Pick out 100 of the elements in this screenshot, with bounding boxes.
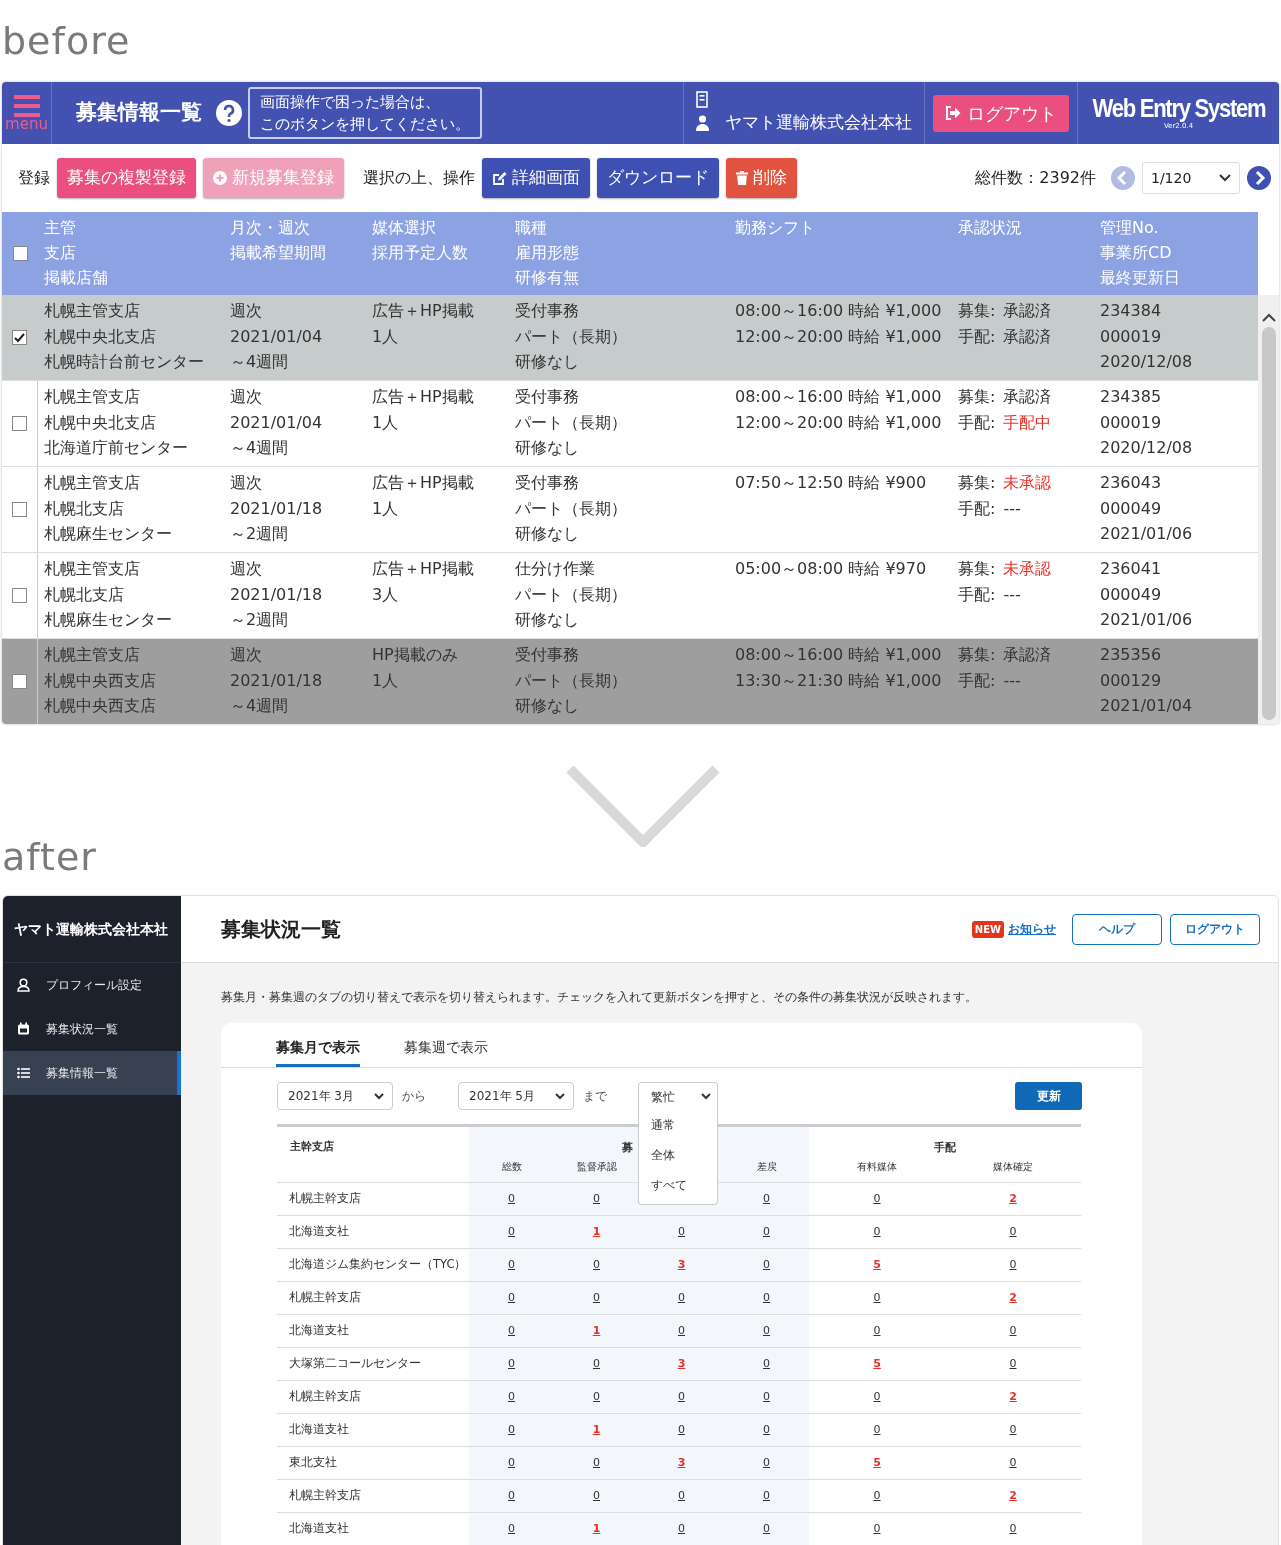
count-link[interactable]: 1 [592,1322,601,1340]
count-link[interactable]: 0 [873,1322,881,1340]
count-link[interactable]: 0 [508,1223,515,1241]
count-link[interactable]: 0 [508,1322,515,1340]
count-link[interactable]: 2 [1009,1487,1017,1505]
count-link[interactable]: 0 [678,1322,685,1340]
count-link[interactable]: 0 [763,1190,770,1208]
count-link[interactable]: 0 [1009,1520,1017,1538]
count-link[interactable]: 1 [592,1520,601,1538]
count-link[interactable]: 0 [763,1322,770,1340]
count-link[interactable]: 0 [678,1289,685,1307]
count-link[interactable]: 0 [678,1487,685,1505]
update-button[interactable]: 更新 [1015,1082,1082,1110]
delete-button[interactable]: 削除 [726,158,797,198]
month-select[interactable]: 2021年 5月 [458,1082,574,1110]
copy-register-button[interactable]: 募集の複製登録 [57,158,196,198]
scrollbar[interactable] [1258,295,1279,724]
count-link[interactable]: 3 [677,1454,686,1472]
count-link[interactable]: 0 [873,1223,881,1241]
page-select[interactable]: 1/120 [1142,162,1240,194]
previous-page-icon[interactable] [1111,166,1135,190]
count-link[interactable]: 3 [677,1355,686,1373]
download-button[interactable]: ダウンロード [597,158,719,198]
count-link[interactable]: 0 [508,1421,515,1439]
checked-checkbox[interactable] [12,330,27,345]
count-link[interactable]: 0 [508,1289,515,1307]
count-link[interactable]: 0 [873,1520,881,1538]
count-link[interactable]: 0 [1009,1322,1017,1340]
count-link[interactable]: 0 [873,1289,881,1307]
count-link[interactable]: 2 [1009,1289,1017,1307]
count-link[interactable]: 0 [763,1520,770,1538]
table-row[interactable]: 札幌主管支店 札幌中央北支店 北海道庁前センター 週次 2021/01/04 ～4週間 広告＋HP掲載 1人 受付事務 パート（長期） 研修なし 08:00～16:00 時給 ¥1,000 12:00～20:00 時給 ¥1,000 募集: 承認済 手配: 手配中 234385 000019 2020/12/08 [2,381,1258,467]
count-link[interactable]: 0 [1009,1421,1017,1439]
checkbox[interactable] [12,502,27,517]
table-row[interactable]: 札幌主管支店 札幌中央西支店 札幌中央西支店 週次 2021/01/18 ～4週間 HP掲載のみ 1人 受付事務 パート（長期） 研修なし 08:00～16:00 時給 ¥1,000 13:30～21:30 時給 ¥1,000 募集: 承認済 手配: --- 235356 000129 2021/01/04 [2,639,1258,724]
count-link[interactable]: 0 [873,1388,881,1406]
sidebar-item[interactable]: 募集状況一覧 [3,1007,181,1051]
count-link[interactable]: 0 [1009,1355,1017,1373]
count-link[interactable]: 0 [508,1520,515,1538]
count-link[interactable]: 0 [508,1256,515,1274]
count-link[interactable]: 0 [593,1487,600,1505]
sidebar-item[interactable]: 募集情報一覧 [3,1051,181,1095]
dropdown-option[interactable]: すべて [639,1170,717,1200]
count-link[interactable]: 0 [593,1289,600,1307]
count-link[interactable]: 0 [593,1256,600,1274]
count-link[interactable]: 0 [593,1190,600,1208]
count-link[interactable]: 0 [873,1190,881,1208]
logout-button[interactable]: ログアウト [933,94,1069,132]
count-link[interactable]: 5 [873,1355,881,1373]
table-row[interactable]: 札幌主管支店 札幌中央北支店 札幌時計台前センター 週次 2021/01/04 ～4週間 広告＋HP掲載 1人 受付事務 パート（長期） 研修なし 08:00～16:00 時給 ¥1,000 12:00～20:00 時給 ¥1,000 募集: 承認済 手配: 承認済 234384 000019 2020/12/08 [2,295,1258,381]
busy-select[interactable]: 繁忙 [638,1082,718,1110]
count-link[interactable]: 0 [1009,1454,1017,1472]
count-link[interactable]: 0 [678,1223,685,1241]
month-select[interactable]: 2021年 3月 [277,1082,393,1110]
table-row[interactable]: 札幌主管支店 札幌北支店 札幌麻生センター 週次 2021/01/18 ～2週間 広告＋HP掲載 1人 受付事務 パート（長期） 研修なし 07:50～12:50 時給 ¥900 募集: 未承認 手配: --- 236043 000049 2021/01/06 [2,467,1258,553]
count-link[interactable]: 0 [763,1355,770,1373]
count-link[interactable]: 0 [763,1454,770,1472]
count-link[interactable]: 0 [593,1388,600,1406]
count-link[interactable]: 0 [1009,1223,1017,1241]
scroll-up-icon[interactable] [1261,313,1276,323]
count-link[interactable]: 0 [678,1520,685,1538]
tab[interactable]: 募集週で表示 [404,1036,488,1067]
count-link[interactable]: 0 [763,1388,770,1406]
help-button[interactable]: ヘルプ [1072,913,1162,945]
dropdown-option[interactable]: 全体 [639,1140,717,1170]
count-link[interactable]: 0 [873,1421,881,1439]
count-link[interactable]: 5 [873,1256,881,1274]
count-link[interactable]: 0 [1009,1256,1017,1274]
count-link[interactable]: 0 [763,1487,770,1505]
checkbox[interactable] [12,246,28,261]
help-icon[interactable] [216,100,242,126]
detail-button[interactable]: 詳細画面 [482,158,590,198]
count-link[interactable]: 0 [873,1487,881,1505]
logout-button[interactable]: ログアウト [1170,913,1260,945]
count-link[interactable]: 1 [592,1223,601,1241]
notice-link[interactable]: お知らせ [1008,920,1056,938]
count-link[interactable]: 0 [508,1388,515,1406]
checkbox[interactable] [12,416,27,431]
count-link[interactable]: 2 [1009,1388,1017,1406]
count-link[interactable]: 2 [1009,1190,1017,1208]
count-link[interactable]: 0 [763,1289,770,1307]
count-link[interactable]: 0 [678,1421,685,1439]
sidebar-item[interactable]: プロフィール設定 [3,963,181,1007]
count-link[interactable]: 0 [508,1454,515,1472]
count-link[interactable]: 0 [763,1223,770,1241]
count-link[interactable]: 1 [592,1421,601,1439]
dropdown-option[interactable]: 通常 [639,1110,717,1140]
checkbox[interactable] [12,588,27,603]
count-link[interactable]: 0 [508,1190,515,1208]
count-link[interactable]: 3 [677,1256,686,1274]
checkbox[interactable] [12,674,27,689]
count-link[interactable]: 0 [508,1355,515,1373]
count-link[interactable]: 0 [678,1388,685,1406]
count-link[interactable]: 0 [593,1355,600,1373]
count-link[interactable]: 0 [508,1487,515,1505]
next-page-icon[interactable] [1247,166,1271,190]
count-link[interactable]: 0 [763,1421,770,1439]
tab[interactable]: 募集月で表示 [276,1036,360,1067]
count-link[interactable]: 5 [873,1454,881,1472]
count-link[interactable]: 0 [593,1454,600,1472]
